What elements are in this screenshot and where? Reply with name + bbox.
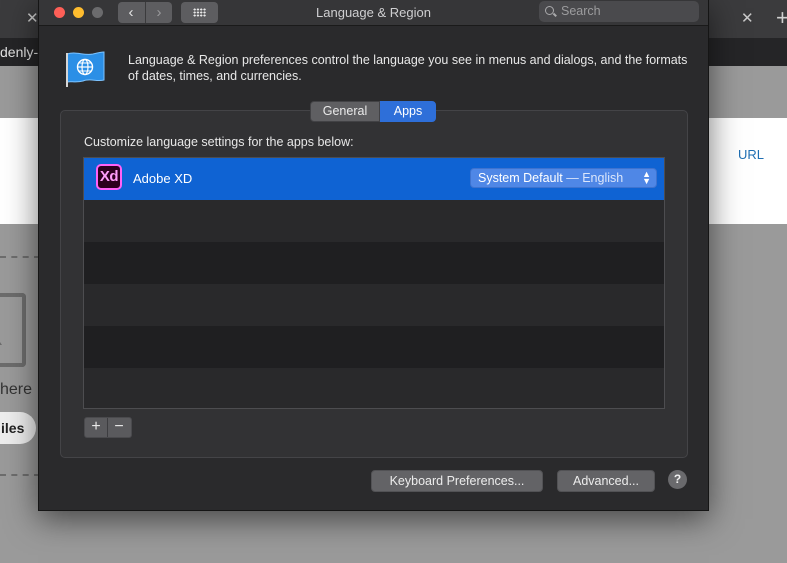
list-item [84, 242, 664, 284]
add-app-button[interactable]: + [85, 418, 108, 437]
list-item [84, 368, 664, 408]
tab-bar: General Apps [310, 101, 436, 122]
search-icon [545, 6, 554, 15]
file-icon [0, 293, 26, 367]
language-region-window: ‹ › Language & Region Language & Region … [38, 0, 709, 511]
description-text: Language & Region preferences control th… [128, 53, 688, 83]
search-field[interactable] [539, 1, 699, 22]
language-value: System Default — English [478, 171, 624, 185]
tab-close-icon[interactable]: ✕ [26, 9, 39, 27]
titlebar: ‹ › Language & Region [39, 0, 708, 26]
search-input[interactable] [561, 3, 691, 19]
help-button[interactable]: ? [668, 470, 687, 489]
tab-general[interactable]: General [310, 101, 380, 122]
list-item [84, 284, 664, 326]
url-link[interactable]: URL [738, 147, 764, 162]
drop-hint: here [0, 381, 33, 398]
address-text: denly-i [0, 44, 42, 60]
app-name: Adobe XD [133, 171, 193, 186]
new-tab-icon[interactable]: + [776, 5, 787, 31]
keyboard-preferences-button[interactable]: Keyboard Preferences... [371, 470, 543, 492]
language-select[interactable]: System Default — English ▲ ▼ [470, 168, 657, 188]
apps-list[interactable]: Xd Adobe XD System Default — English ▲ ▼ [83, 157, 665, 409]
chevron-updown-icon: ▲ ▼ [642, 169, 651, 186]
adobe-xd-app-icon: Xd [96, 164, 122, 190]
panel-label: Customize language settings for the apps… [84, 135, 354, 149]
list-item [84, 326, 664, 368]
flag-icon [66, 51, 105, 87]
browse-files-label: iles [1, 420, 25, 436]
tab-close-icon[interactable]: ✕ [741, 9, 754, 27]
advanced-button[interactable]: Advanced... [557, 470, 655, 492]
list-item[interactable]: Xd Adobe XD System Default — English ▲ ▼ [84, 158, 664, 200]
remove-app-button[interactable]: − [108, 418, 130, 437]
apps-panel: Customize language settings for the apps… [60, 110, 688, 458]
tab-apps[interactable]: Apps [380, 101, 436, 122]
add-remove-buttons: + − [84, 417, 132, 438]
list-item [84, 200, 664, 242]
